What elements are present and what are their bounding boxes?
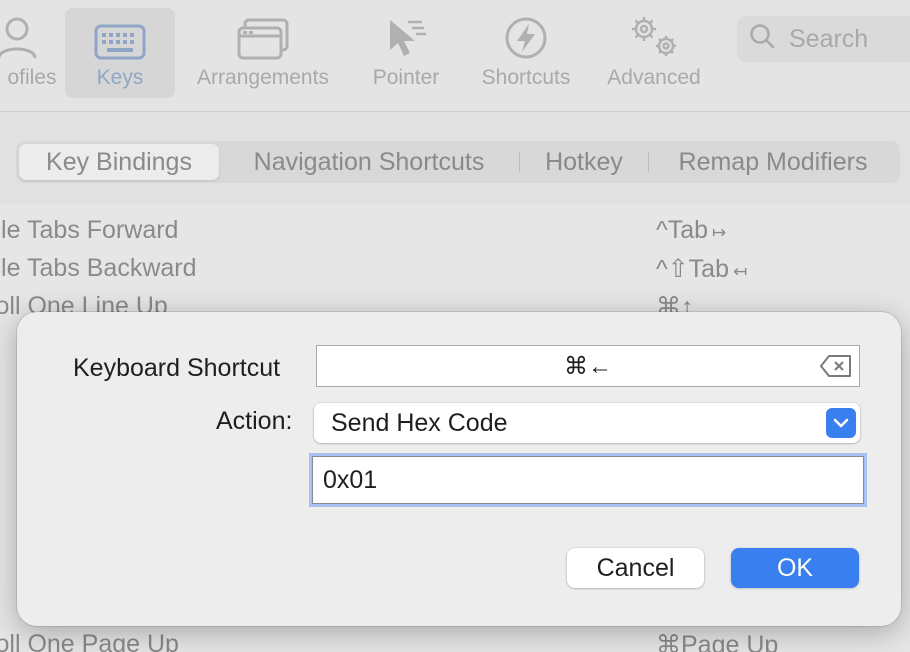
hex-code-field[interactable] [312,456,864,504]
binding-keys-text: ^⇧Tab [656,255,729,283]
cancel-button[interactable]: Cancel [567,548,704,588]
gears-icon [626,8,682,60]
tab-backward-icon: ↤ [733,262,748,281]
tab-forward-icon: ↦ [712,223,727,242]
chevron-down-icon [826,408,856,438]
action-label: Action: [216,407,293,435]
search-field[interactable]: Search [737,16,910,62]
toolbar-label-shortcuts: Shortcuts [481,66,571,89]
keyboard-icon [94,8,146,60]
binding-keys: ⌘Page Up [656,630,778,652]
keyboard-shortcut-label: Keyboard Shortcut [73,354,281,382]
segmented-control: Key Bindings Navigation Shortcuts Hotkey… [16,141,900,183]
keyboard-shortcut-field[interactable]: ⌘← [316,345,860,387]
toolbar-item-pointer[interactable]: Pointer [358,8,454,98]
toolbar-item-advanced[interactable]: Advanced [598,8,710,98]
toolbar-label-profiles: ofiles [7,66,57,89]
binding-keys: ^Tab ↦ [656,216,726,245]
binding-action: Cycle Tabs Backward [0,254,197,282]
binding-keys-text: ^Tab [656,216,709,244]
preferences-toolbar: ofiles Keys Arrangements Pointer Shortcu… [0,0,910,112]
person-icon [0,8,37,60]
clear-shortcut-icon[interactable] [819,354,853,378]
toolbar-label-pointer: Pointer [372,66,440,89]
toolbar-label-arrangements: Arrangements [197,66,329,89]
tab-remap-modifiers[interactable]: Remap Modifiers [649,144,897,180]
action-value: Send Hex Code [331,408,508,437]
toolbar-item-keys[interactable]: Keys [65,8,175,98]
binding-action: Cycle Tabs Forward [0,216,179,244]
table-row[interactable]: Scroll One Page Up ⌘Page Up [0,630,910,652]
toolbar-label-advanced: Advanced [607,66,701,89]
tab-bar-area: Key Bindings Navigation Shortcuts Hotkey… [0,112,910,204]
tab-label: Hotkey [545,147,623,176]
toolbar-item-profiles[interactable]: ofiles [0,8,60,98]
toolbar-item-arrangements[interactable]: Arrangements [188,8,338,98]
tab-hotkey[interactable]: Hotkey [520,144,648,180]
tab-key-bindings[interactable]: Key Bindings [19,144,219,180]
search-icon [749,23,775,56]
tab-label: Navigation Shortcuts [253,147,485,176]
binding-keys-text: ⌘Page Up [656,631,779,652]
bolt-icon [504,8,548,60]
ok-button[interactable]: OK [731,548,859,588]
tab-label: Remap Modifiers [678,147,868,176]
tab-navigation-shortcuts[interactable]: Navigation Shortcuts [219,144,519,180]
table-row[interactable]: Cycle Tabs Backward ^⇧Tab↤ [0,254,910,292]
search-placeholder: Search [789,24,869,53]
hex-code-input[interactable] [323,465,863,495]
toolbar-item-shortcuts[interactable]: Shortcuts [470,8,582,98]
table-row[interactable]: Cycle Tabs Forward ^Tab↦ [0,216,910,254]
toolbar-label-keys: Keys [96,66,144,89]
windows-icon [237,8,289,60]
binding-keys: ^⇧Tab ↤ [656,254,747,284]
shortcut-value: ⌘← [564,352,612,380]
action-popup-button[interactable]: Send Hex Code [314,403,860,443]
cancel-label: Cancel [596,553,675,582]
ok-label: OK [776,553,814,582]
binding-action: Scroll One Page Up [0,630,179,652]
tab-label: Key Bindings [46,147,192,176]
edit-key-binding-dialog: Keyboard Shortcut ⌘← Action: Send Hex Co… [17,312,901,626]
pointer-icon [384,8,428,60]
